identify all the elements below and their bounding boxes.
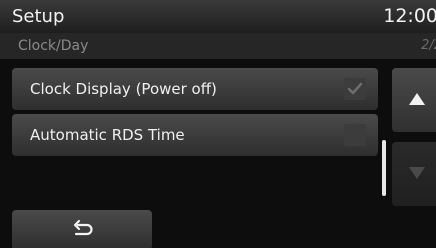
back-arrow-icon bbox=[73, 219, 93, 236]
page-title: Setup bbox=[12, 6, 65, 27]
triangle-down-icon bbox=[409, 167, 425, 179]
back-button[interactable] bbox=[12, 210, 152, 248]
setup-screen: Setup 12:00 Clock/Day 2/2 Clock Display … bbox=[0, 0, 436, 248]
page-indicator: 2/2 bbox=[421, 38, 436, 53]
checkbox-checked[interactable] bbox=[344, 78, 366, 100]
checkmark-icon bbox=[347, 82, 363, 95]
subtitle-bar: Clock/Day 2/2 bbox=[0, 33, 436, 59]
triangle-up-icon bbox=[409, 93, 425, 105]
scrollbar[interactable] bbox=[382, 68, 386, 196]
scroll-up-button[interactable] bbox=[392, 68, 436, 132]
section-title: Clock/Day bbox=[18, 38, 89, 54]
setting-item-automatic-rds-time[interactable]: Automatic RDS Time bbox=[12, 114, 378, 156]
setting-label: Automatic RDS Time bbox=[30, 126, 185, 144]
checkbox-unchecked[interactable] bbox=[344, 124, 366, 146]
setting-label: Clock Display (Power off) bbox=[30, 80, 217, 98]
setting-item-clock-display[interactable]: Clock Display (Power off) bbox=[12, 68, 378, 110]
scroll-down-button[interactable] bbox=[392, 142, 436, 206]
title-bar: Setup 12:00 bbox=[0, 0, 436, 33]
scrollbar-thumb[interactable] bbox=[382, 140, 386, 196]
clock-display: 12:00 bbox=[383, 5, 436, 27]
